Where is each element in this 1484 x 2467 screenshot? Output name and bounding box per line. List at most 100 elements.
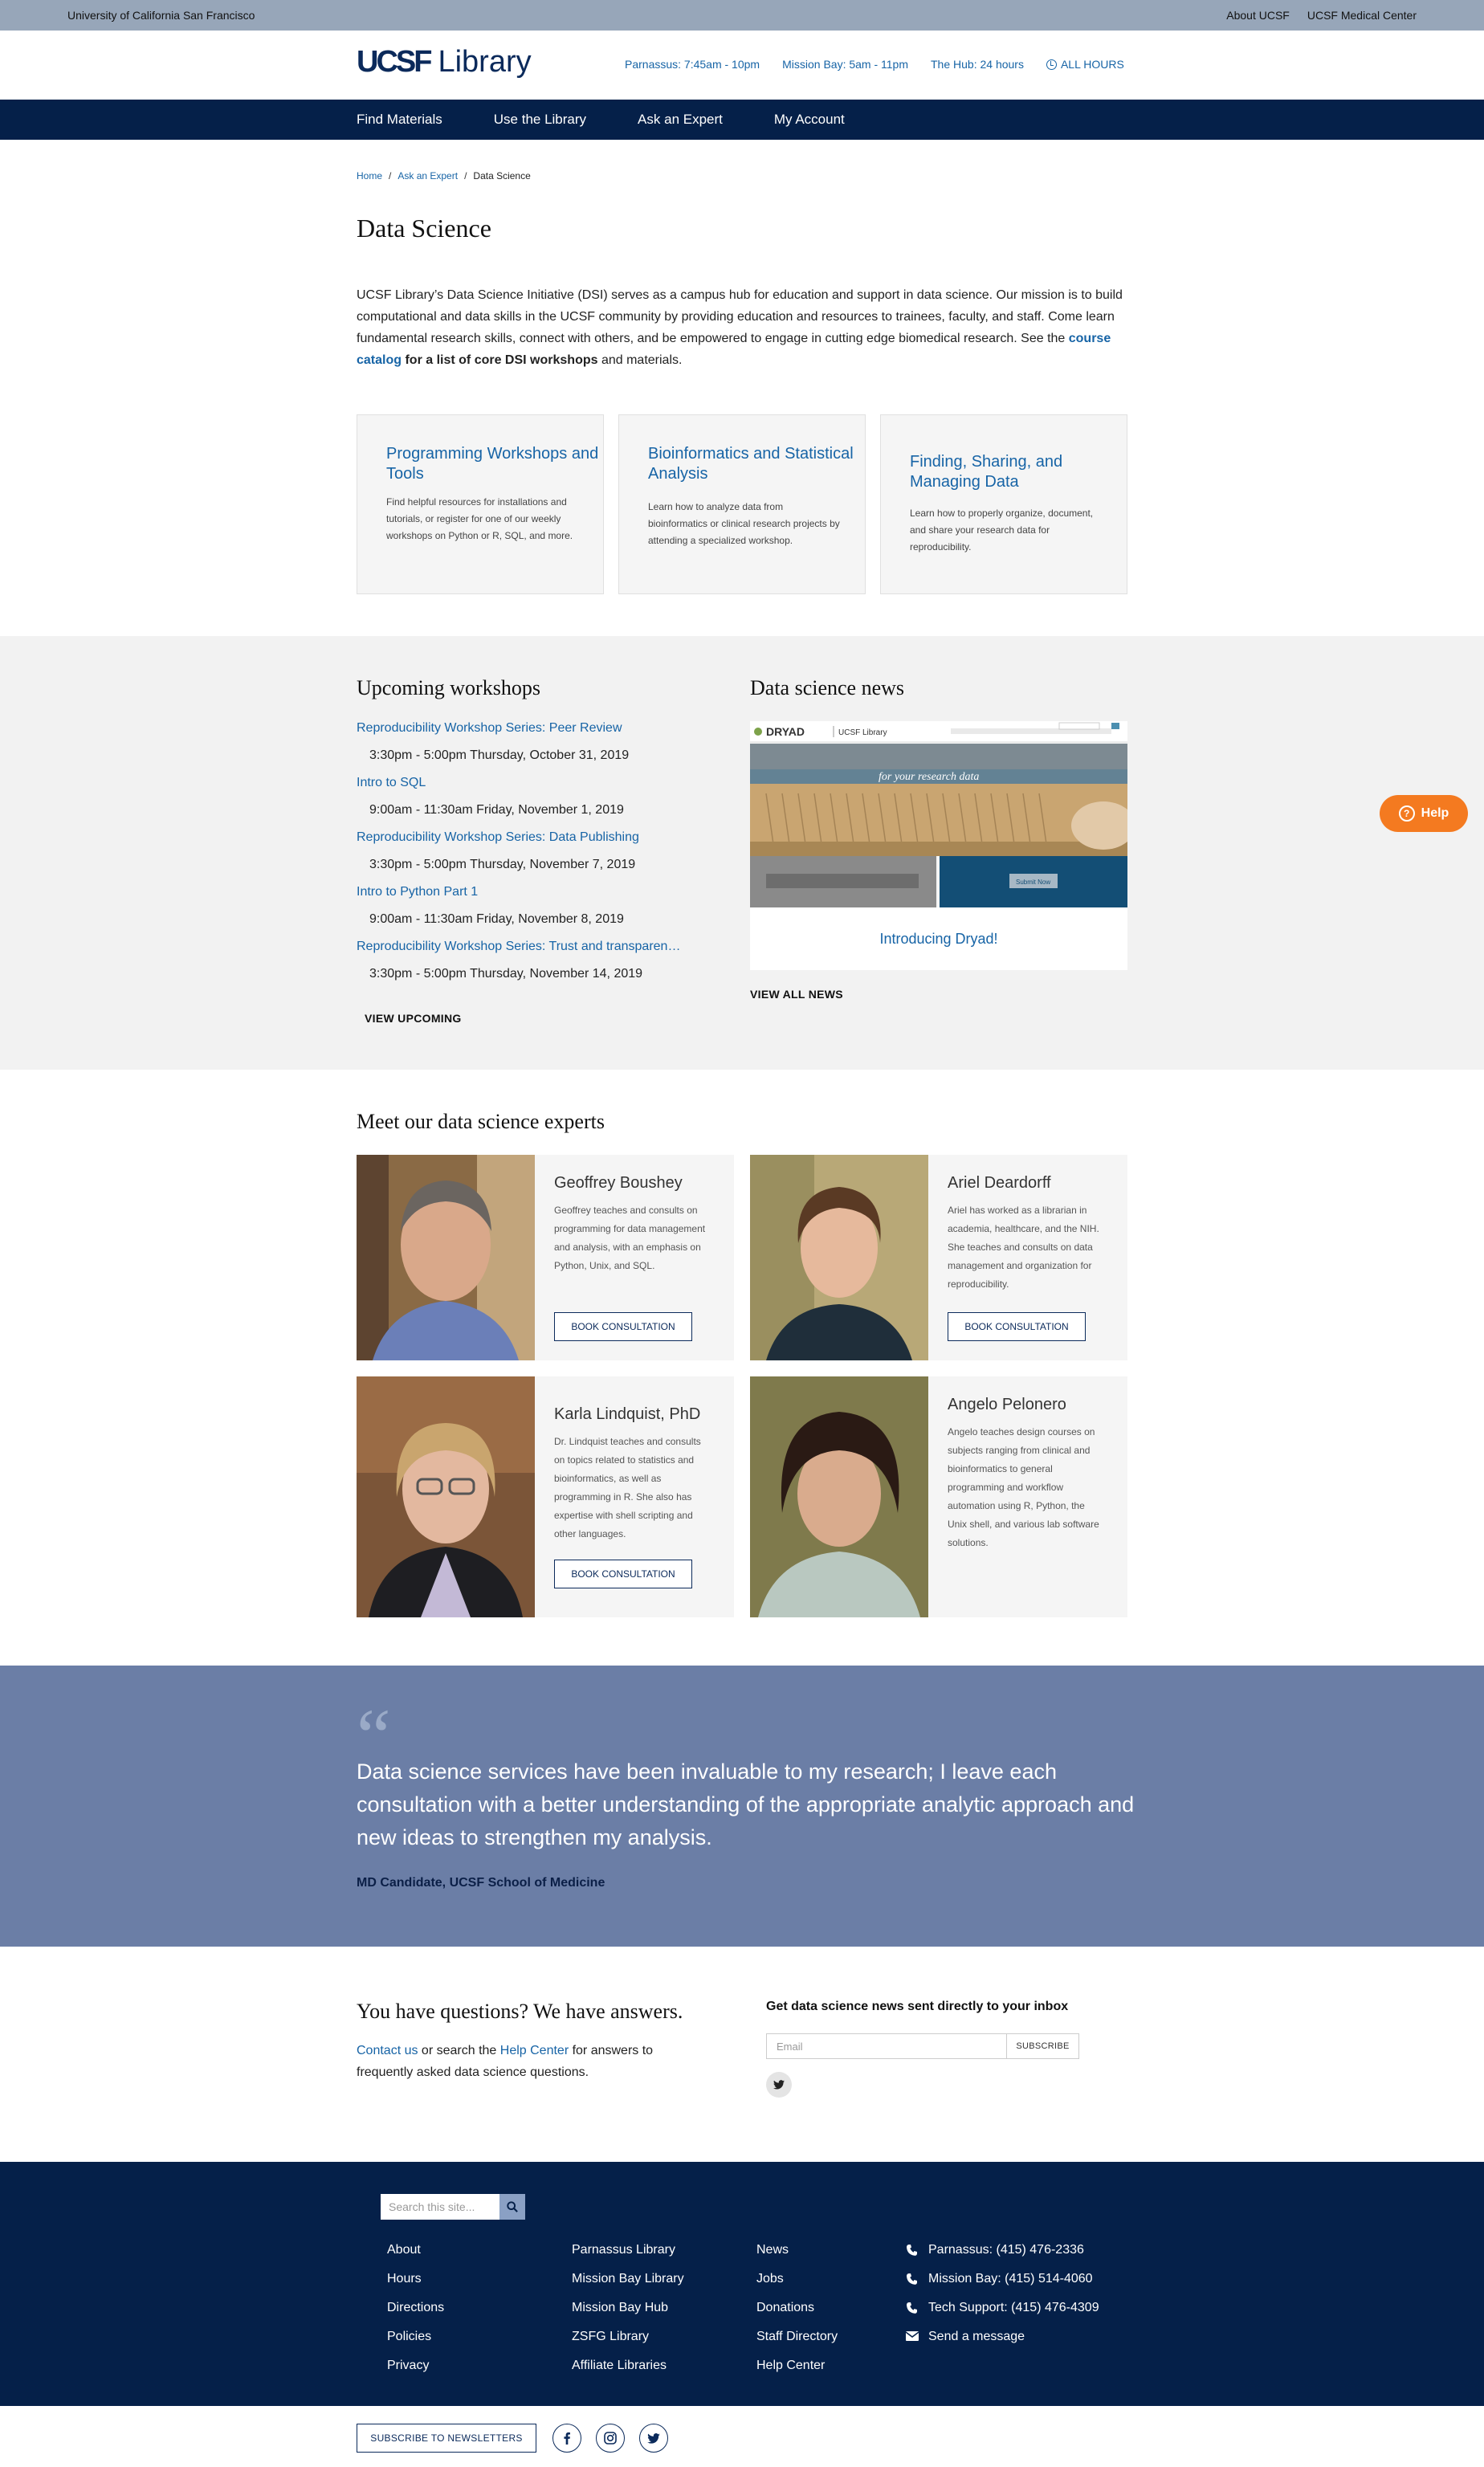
view-upcoming-link[interactable]: VIEW UPCOMING [365, 1012, 462, 1025]
workshop-link[interactable]: Intro to Python Part 1 [357, 885, 702, 899]
intro-end: and materials. [597, 353, 683, 367]
hours-mission-bay[interactable]: Mission Bay: 5am - 11pm [782, 58, 908, 71]
card-desc: Learn how to analyze data from bioinform… [648, 501, 840, 546]
twitter-icon[interactable] [766, 2072, 792, 2098]
search-icon[interactable] [499, 2194, 525, 2220]
footer-link[interactable]: Privacy [387, 2356, 444, 2385]
utility-links: About UCSF UCSF Medical Center [1226, 9, 1417, 22]
nav-use-library[interactable]: Use the Library [494, 112, 586, 128]
expert-photo [357, 1155, 535, 1360]
card-programming[interactable]: Programming Workshops and Tools Find hel… [357, 414, 604, 594]
footer-link[interactable]: Mission Bay Hub [572, 2298, 684, 2327]
expert-card: Ariel Deardorff Ariel has worked as a li… [750, 1155, 1127, 1360]
footer-link[interactable]: Help Center [756, 2356, 838, 2385]
library-hours: Parnassus: 7:45am - 10pm Mission Bay: 5a… [625, 58, 1124, 71]
footer-link[interactable]: Parnassus Library [572, 2241, 684, 2269]
card-title: Finding, Sharing, and Managing Data [910, 453, 1063, 491]
site-header: UCSF Library Parnassus: 7:45am - 10pm Mi… [0, 31, 1484, 100]
nav-find-materials[interactable]: Find Materials [357, 112, 442, 128]
card-title: Bioinformatics and Statistical Analysis [648, 445, 854, 483]
utility-bar: University of California San Francisco A… [0, 0, 1484, 31]
contact-parnassus[interactable]: Parnassus: (415) 476-2336 [906, 2241, 1099, 2269]
footer-link[interactable]: News [756, 2241, 838, 2269]
main-nav: Find Materials Use the Library Ask an Ex… [0, 100, 1484, 140]
instagram-icon[interactable] [596, 2424, 625, 2453]
breadcrumb-current: Data Science [473, 170, 531, 181]
medical-center-link[interactable]: UCSF Medical Center [1307, 9, 1417, 22]
workshop-link[interactable]: Reproducibility Workshop Series: Peer Re… [357, 721, 702, 736]
dryad-brand: DRYAD [766, 725, 805, 738]
phone-icon [907, 2302, 917, 2314]
intro-body: UCSF Library’s Data Science Initiative (… [357, 288, 1123, 345]
contact-us-link[interactable]: Contact us [357, 2044, 418, 2057]
contact-label: Mission Bay: (415) 514-4060 [928, 2272, 1093, 2286]
workshop-link[interactable]: Intro to SQL [357, 776, 702, 790]
book-consultation-button[interactable]: BOOK CONSULTATION [554, 1312, 692, 1341]
footer-link[interactable]: Mission Bay Library [572, 2269, 684, 2298]
workshop-link[interactable]: Reproducibility Workshop Series: Data Pu… [357, 830, 702, 845]
hours-hub[interactable]: The Hub: 24 hours [931, 58, 1024, 71]
expert-card: Angelo Pelonero Angelo teaches design co… [750, 1376, 1127, 1617]
workshops-title: Upcoming workshops [357, 676, 540, 699]
newsletter-subscribe-button[interactable]: SUBSCRIBE [1007, 2033, 1079, 2059]
help-label: Help [1421, 806, 1449, 820]
book-consultation-button[interactable]: BOOK CONSULTATION [948, 1312, 1086, 1341]
breadcrumb-separator: / [464, 170, 467, 181]
workshop-time: 3:30pm - 5:00pm Thursday, October 31, 20… [369, 748, 630, 762]
footer-link[interactable]: Staff Directory [756, 2327, 838, 2356]
help-center-link[interactable]: Help Center [500, 2044, 569, 2057]
nav-my-account[interactable]: My Account [774, 112, 845, 128]
intro-text: UCSF Library’s Data Science Initiative (… [357, 284, 1129, 371]
twitter-icon[interactable] [639, 2424, 668, 2453]
expert-photo [357, 1376, 535, 1617]
about-ucsf-link[interactable]: About UCSF [1226, 9, 1290, 22]
testimonial-text: Data science services have been invaluab… [357, 1760, 1135, 1849]
facebook-icon[interactable] [552, 2424, 581, 2453]
book-consultation-button[interactable]: BOOK CONSULTATION [554, 1560, 692, 1588]
card-data-management[interactable]: Finding, Sharing, and Managing Data Lear… [880, 414, 1127, 594]
hours-parnassus[interactable]: Parnassus: 7:45am - 10pm [625, 58, 760, 71]
footer-link[interactable]: Jobs [756, 2269, 838, 2298]
news-title: Data science news [750, 676, 905, 699]
view-all-news-link[interactable]: VIEW ALL NEWS [750, 988, 843, 1001]
nav-ask-expert[interactable]: Ask an Expert [638, 112, 723, 128]
footer-col-info: News Jobs Donations Staff Directory Help… [756, 2241, 838, 2385]
card-desc: Find helpful resources for installations… [386, 496, 573, 541]
question-icon: ? [1398, 805, 1415, 822]
page-title: Data Science [357, 214, 491, 243]
footer-link[interactable]: Policies [387, 2327, 444, 2356]
newsletter-email-input[interactable]: Email [766, 2033, 1007, 2059]
contact-tech-support[interactable]: Tech Support: (415) 476-4309 [906, 2298, 1099, 2327]
footer-link[interactable]: ZSFG Library [572, 2327, 684, 2356]
news-card[interactable]: DRYAD UCSF Library for your research dat… [750, 721, 1127, 970]
all-hours-link[interactable]: ALL HOURS [1046, 58, 1124, 71]
events-news-section [0, 636, 1484, 1070]
contact-send-message[interactable]: Send a message [906, 2327, 1099, 2356]
breadcrumb-separator: / [389, 170, 392, 181]
footer-link[interactable]: Affiliate Libraries [572, 2356, 684, 2385]
footer-link[interactable]: Donations [756, 2298, 838, 2327]
subscribe-newsletters-button[interactable]: SUBSCRIBE TO NEWSLETTERS [357, 2424, 536, 2453]
questions-text: Contact us or search the Help Center for… [357, 2040, 710, 2083]
help-button[interactable]: ? Help [1380, 795, 1468, 832]
testimonial-attribution: MD Candidate, UCSF School of Medicine [357, 1876, 605, 1890]
expert-name: Karla Lindquist, PhD [554, 1405, 701, 1423]
expert-photo [750, 1376, 928, 1617]
footer-link[interactable]: About [387, 2241, 444, 2269]
footer-link[interactable]: Directions [387, 2298, 444, 2327]
breadcrumb-home[interactable]: Home [357, 170, 382, 181]
contact-label: Tech Support: (415) 476-4309 [928, 2301, 1099, 2314]
card-bioinformatics[interactable]: Bioinformatics and Statistical Analysis … [618, 414, 866, 594]
breadcrumb-parent[interactable]: Ask an Expert [398, 170, 458, 181]
dryad-partner: UCSF Library [838, 728, 887, 737]
expert-bio: Angelo teaches design courses on subject… [948, 1426, 1099, 1548]
expert-photo [750, 1155, 928, 1360]
workshop-link[interactable]: Reproducibility Workshop Series: Trust a… [357, 940, 702, 954]
news-caption[interactable]: Introducing Dryad! [750, 907, 1127, 970]
ucsf-link[interactable]: University of California San Francisco [67, 9, 255, 22]
expert-bio: Ariel has worked as a librarian in acade… [948, 1205, 1099, 1290]
expert-bio: Dr. Lindquist teaches and consults on to… [554, 1436, 701, 1539]
contact-mission-bay[interactable]: Mission Bay: (415) 514-4060 [906, 2269, 1099, 2298]
footer-link[interactable]: Hours [387, 2269, 444, 2298]
library-logo[interactable]: UCSF Library [357, 45, 532, 80]
